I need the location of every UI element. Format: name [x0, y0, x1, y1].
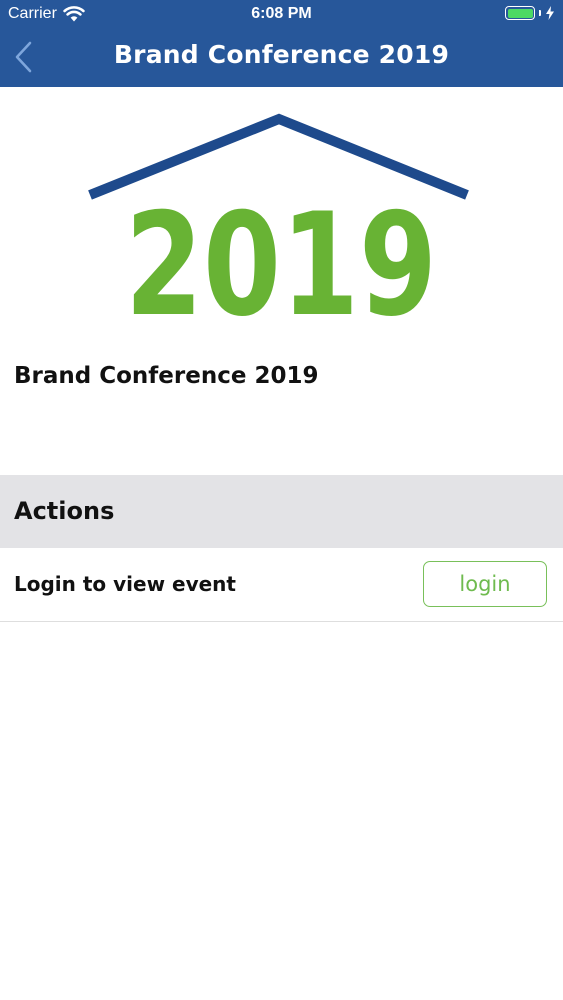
actions-header-label: Actions [14, 497, 115, 525]
status-bar: Carrier 6:08 PM [0, 0, 563, 30]
event-banner: 2019 [0, 87, 563, 337]
logo-year-text: 2019 [125, 183, 437, 337]
action-row-login: Login to view event login [0, 548, 563, 622]
battery-icon [505, 6, 535, 20]
login-button[interactable]: login [423, 561, 547, 607]
battery-indicator [505, 6, 555, 20]
status-time: 6:08 PM [251, 5, 312, 22]
battery-tip [539, 10, 541, 16]
action-row-label: Login to view event [14, 572, 236, 596]
charging-bolt-icon [546, 6, 554, 20]
battery-level [507, 8, 533, 18]
navigation-bar: Brand Conference 2019 [0, 30, 563, 87]
event-logo: 2019 [88, 113, 469, 337]
page-title: Brand Conference 2019 [113, 40, 450, 69]
event-title: Brand Conference 2019 [14, 363, 319, 389]
top-bar: Carrier 6:08 PM Brand Conference 2019 [0, 0, 563, 87]
actions-section-header: Actions [0, 475, 563, 548]
